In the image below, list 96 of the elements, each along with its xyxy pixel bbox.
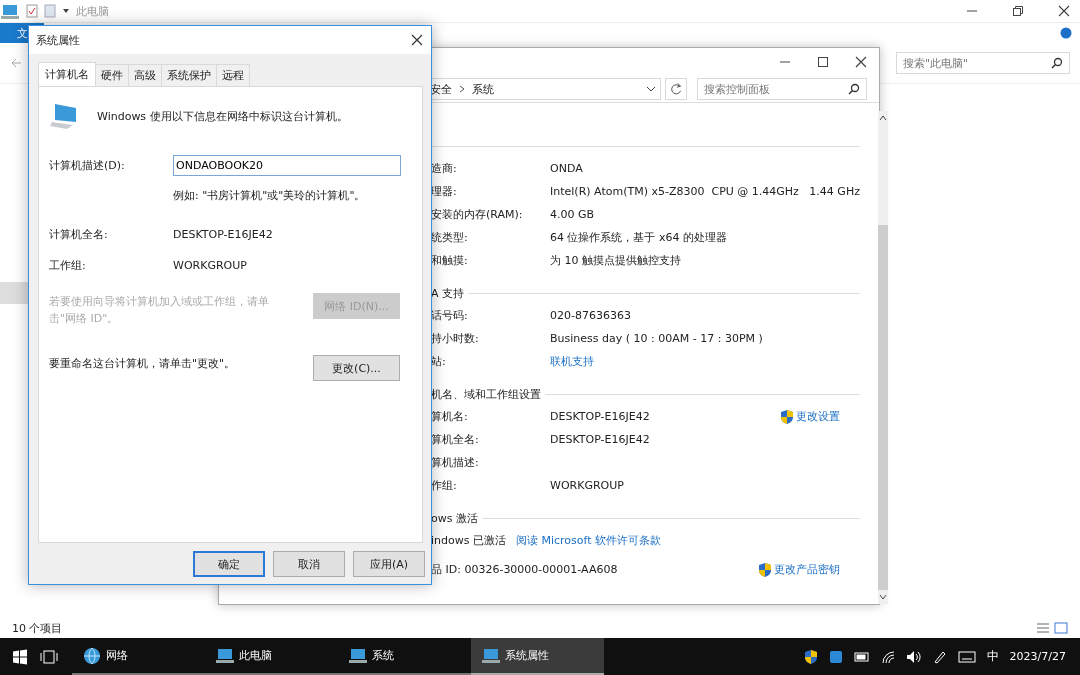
- field-label: 造商:: [431, 161, 458, 176]
- taskbar-label: 此电脑: [239, 648, 272, 663]
- input-method-indicator[interactable]: 中: [986, 648, 999, 665]
- field-label: 话号码:: [431, 308, 469, 323]
- description-field[interactable]: ONDAOBOOK20: [173, 155, 401, 176]
- computer-icon: [348, 646, 368, 665]
- field-value: 64 位操作系统，基于 x64 的处理器: [550, 230, 727, 245]
- field-label: 和触摸:: [431, 253, 469, 268]
- volume-icon[interactable]: [905, 649, 922, 664]
- search-field[interactable]: 搜索"此电脑": [896, 52, 1070, 74]
- section-heading: ows 激活: [431, 510, 478, 526]
- instruction-text: 要重命名这台计算机，请单击"更改"。: [49, 356, 237, 372]
- instruction-text: 若要使用向导将计算机加入域或工作组，请单击"网络 ID"。: [49, 294, 270, 327]
- scroll-thumb[interactable]: [877, 225, 888, 590]
- tab[interactable]: 远程: [216, 64, 250, 86]
- field-label: 计算机全名:: [49, 227, 109, 242]
- dropdown-icon[interactable]: [646, 85, 656, 93]
- app-icon[interactable]: [828, 649, 843, 664]
- search-field[interactable]: 搜索控制面板: [697, 78, 867, 100]
- wifi-icon[interactable]: [880, 649, 895, 664]
- tab[interactable]: 计算机名: [38, 62, 96, 86]
- restore-icon[interactable]: [1012, 5, 1024, 17]
- shield-icon[interactable]: [803, 648, 818, 665]
- taskbar-label: 系统属性: [505, 648, 549, 663]
- field-value: Business day ( 10 : 00AM - 17 : 30PM ): [550, 332, 763, 345]
- computer-icon: [215, 646, 235, 665]
- intro-text: Windows 使用以下信息在网络中标识这台计算机。: [97, 108, 348, 124]
- field-value: WORKGROUP: [173, 259, 248, 272]
- field-value: DESKTOP-E16JE42: [173, 228, 274, 241]
- computer-icon: [49, 102, 79, 130]
- maximize-icon[interactable]: [817, 56, 829, 68]
- field-label: 算机名:: [431, 409, 469, 424]
- field-value: DESKTOP-E16JE42: [550, 433, 650, 446]
- ok-button[interactable]: 确定: [193, 551, 265, 577]
- taskbar-button[interactable]: 此电脑: [205, 638, 338, 675]
- field-value: ONDA: [550, 162, 583, 175]
- refresh-icon[interactable]: [665, 78, 687, 100]
- search-placeholder: 搜索控制面板: [704, 81, 771, 97]
- hint-text: 例如: "书房计算机"或"美玲的计算机"。: [173, 188, 367, 203]
- task-view-icon[interactable]: [40, 648, 58, 665]
- globe-icon: [82, 646, 102, 665]
- field-value: DESKTOP-E16JE42: [550, 410, 650, 423]
- chevron-icon: [458, 85, 466, 93]
- window-title: 此电脑: [76, 3, 109, 19]
- field-label: 算机全名:: [431, 432, 480, 447]
- status-text: 10 个项目: [12, 620, 63, 636]
- field-value: Intel(R) Atom(TM) x5-Z8300 CPU @ 1.44GHz 1.44 GHz: [550, 185, 860, 198]
- cancel-button[interactable]: 取消: [273, 551, 345, 577]
- scrollbar[interactable]: [877, 111, 888, 604]
- computer-icon: [481, 646, 501, 665]
- taskbar-label: 系统: [372, 648, 394, 663]
- change-button[interactable]: 更改(C)...: [313, 355, 400, 381]
- properties-icon[interactable]: [26, 4, 38, 18]
- tiles-view-icon[interactable]: [1054, 622, 1068, 634]
- dropdown-icon[interactable]: [62, 7, 70, 15]
- shield-icon: [779, 408, 794, 425]
- scroll-down-icon[interactable]: [878, 594, 887, 600]
- field-value: 为 10 触摸点提供触控支持: [550, 253, 681, 268]
- field-label: 站:: [431, 354, 447, 369]
- taskbar-label: 网络: [106, 648, 128, 663]
- taskbar-button[interactable]: 网络: [72, 638, 205, 675]
- close-icon[interactable]: [855, 56, 867, 68]
- search-placeholder: 搜索"此电脑": [903, 55, 970, 71]
- apply-button[interactable]: 应用(A): [353, 551, 425, 577]
- license-link[interactable]: 阅读 Microsoft 软件许可条款: [515, 533, 662, 548]
- search-icon[interactable]: [1050, 56, 1063, 70]
- shield-icon: [757, 561, 772, 578]
- keyboard-icon[interactable]: [957, 650, 976, 663]
- scroll-up-icon[interactable]: [878, 115, 887, 121]
- close-icon[interactable]: [411, 34, 423, 46]
- field-value: 4.00 GB: [550, 208, 595, 221]
- field-label: 作组:: [431, 478, 458, 493]
- field-label: 安装的内存(RAM):: [431, 207, 524, 222]
- breadcrumb-item[interactable]: 系统: [472, 81, 494, 97]
- settings-link[interactable]: 更改设置: [795, 409, 840, 424]
- search-icon[interactable]: [847, 82, 860, 96]
- field-label: 理器:: [431, 184, 458, 199]
- field-value: WORKGROUP: [550, 479, 624, 492]
- taskbar-button[interactable]: 系统属性: [471, 638, 604, 675]
- field-label: 工作组:: [49, 258, 87, 273]
- field-value: 020-87636363: [550, 309, 631, 322]
- start-icon[interactable]: [12, 648, 28, 665]
- status-text: 品 ID: 00326-30000-00001-AA608: [431, 562, 618, 577]
- clock-date[interactable]: 2023/7/27: [1009, 650, 1066, 663]
- computer-icon: [0, 3, 20, 19]
- field-label: 算机描述:: [431, 455, 480, 470]
- field-label: 计算机描述(D):: [49, 158, 126, 173]
- status-text: indows 已激活: [431, 533, 506, 548]
- support-link[interactable]: 联机支持: [550, 354, 594, 369]
- close-icon[interactable]: [1058, 5, 1070, 17]
- help-icon[interactable]: [1060, 27, 1072, 39]
- pen-icon[interactable]: [932, 649, 947, 664]
- section-heading: 机名、域和工作组设置: [431, 386, 541, 402]
- battery-icon[interactable]: [853, 651, 870, 662]
- field-label: 持小时数:: [431, 331, 480, 346]
- settings-link[interactable]: 更改产品密钥: [773, 562, 840, 577]
